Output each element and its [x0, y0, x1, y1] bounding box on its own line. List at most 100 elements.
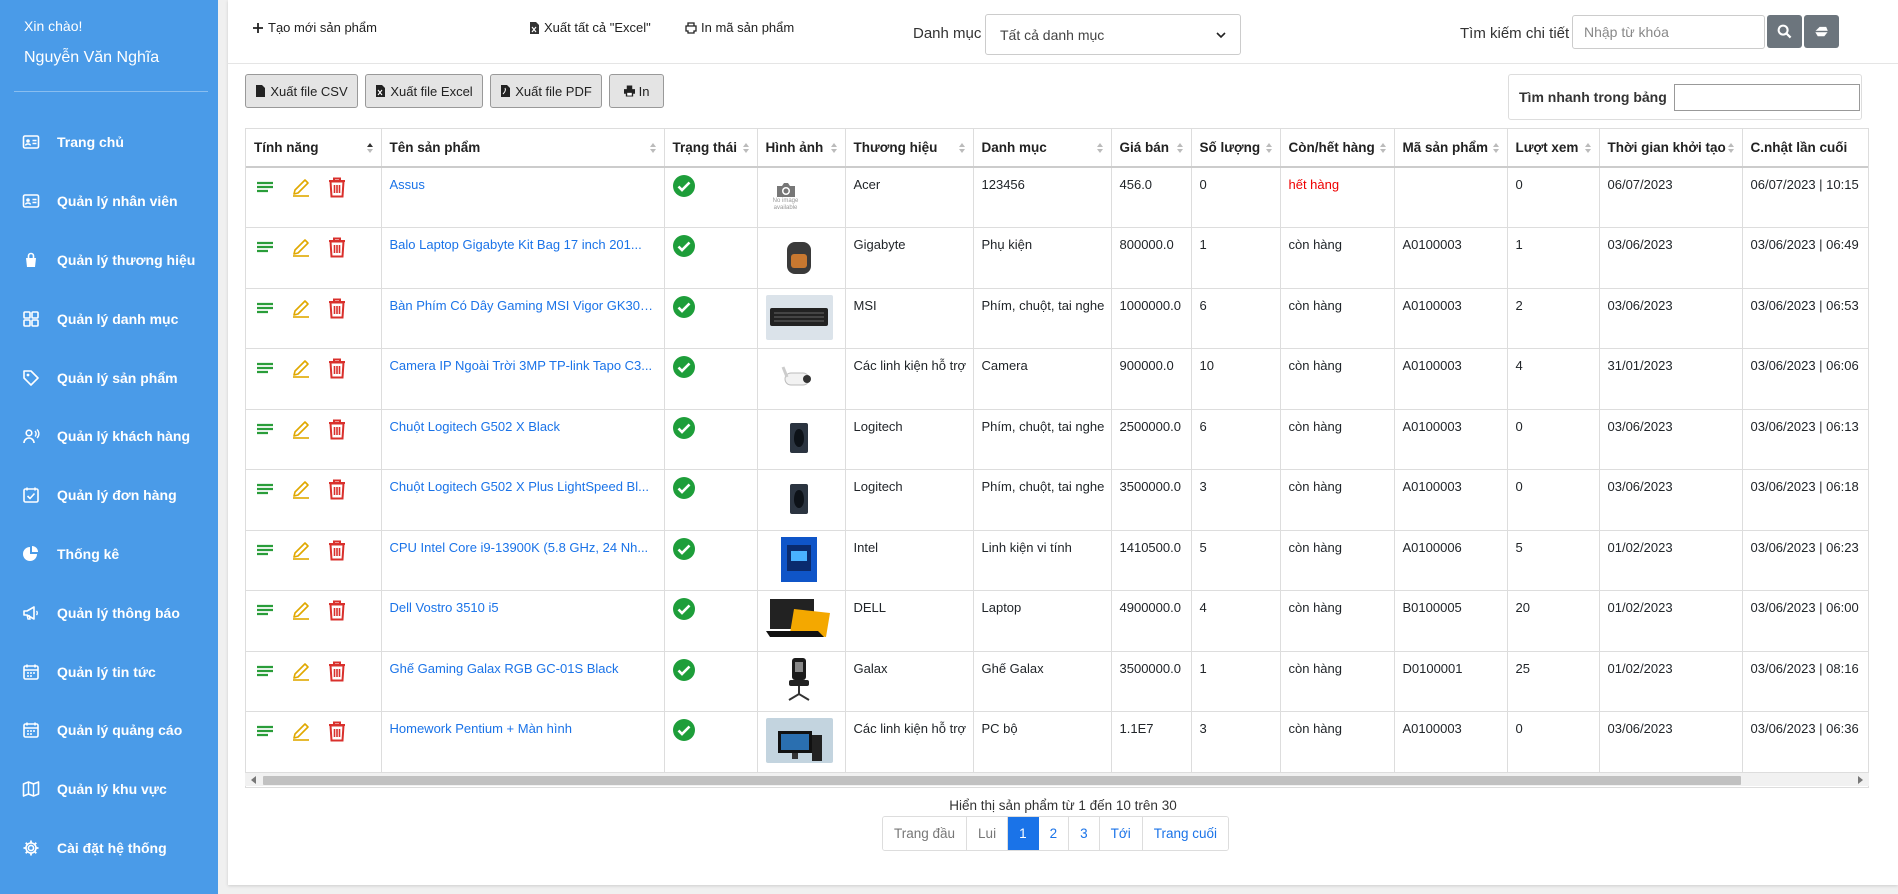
product-name-link[interactable]: Camera IP Ngoài Trời 3MP TP-link Tapo C3…	[381, 348, 665, 410]
column-header[interactable]: Tên sản phẩm	[381, 129, 665, 168]
pagination-page-1[interactable]: 1	[1008, 817, 1039, 850]
edit-icon[interactable]	[290, 660, 312, 682]
pagination-last[interactable]: Trang cuối	[1142, 817, 1228, 850]
delete-icon[interactable]	[326, 660, 348, 682]
edit-icon[interactable]	[290, 297, 312, 319]
pagination-prev[interactable]: Lui	[967, 817, 1009, 850]
detail-icon[interactable]	[254, 418, 276, 440]
sidebar-item-13[interactable]: Cài đặt hệ thống	[0, 819, 218, 878]
quantity-cell: 1	[1191, 651, 1281, 712]
print-button[interactable]: In	[609, 74, 664, 108]
edit-icon[interactable]	[290, 236, 312, 258]
column-header[interactable]: Số lượng	[1191, 129, 1281, 168]
detail-icon[interactable]	[254, 539, 276, 561]
delete-icon[interactable]	[326, 599, 348, 621]
sidebar-item-label: Quản lý tin tức	[57, 663, 156, 680]
sort-icon	[742, 143, 749, 153]
product-name-link[interactable]: Balo Laptop Gigabyte Kit Bag 17 inch 201…	[381, 227, 665, 289]
column-header[interactable]: Mã sản phẩm	[1394, 129, 1508, 168]
column-header[interactable]: Trạng thái	[664, 129, 758, 168]
pagination-first[interactable]: Trang đầu	[883, 817, 968, 850]
create-product-link[interactable]: Tạo mới sản phẩm	[252, 20, 377, 35]
product-name-link[interactable]: Dell Vostro 3510 i5	[381, 590, 665, 652]
column-header[interactable]: Thời gian khởi tạo	[1599, 129, 1743, 168]
product-name-link[interactable]: Bàn Phím Có Dây Gaming MSI Vigor GK30 US	[381, 288, 665, 349]
edit-icon[interactable]	[290, 539, 312, 561]
sidebar-item-1[interactable]: Trang chủ	[0, 113, 218, 172]
horizontal-scrollbar[interactable]	[245, 772, 1869, 786]
product-name-link[interactable]: Chuột Logitech G502 X Black	[381, 409, 665, 470]
product-code-cell: A0100003	[1394, 409, 1508, 470]
clear-search-button[interactable]	[1804, 15, 1839, 48]
export-csv-button[interactable]: Xuất file CSV	[245, 74, 358, 108]
search-input[interactable]: Nhập từ khóa	[1572, 15, 1765, 49]
detail-icon[interactable]	[254, 357, 276, 379]
sidebar-item-2[interactable]: Quản lý nhân viên	[0, 172, 218, 231]
delete-icon[interactable]	[326, 176, 348, 198]
column-header[interactable]: C.nhật lần cuối	[1742, 129, 1868, 168]
detail-icon[interactable]	[254, 599, 276, 621]
sidebar-item-9[interactable]: Quản lý thông báo	[0, 583, 218, 642]
column-header[interactable]: Tính năng	[246, 129, 382, 168]
sidebar-item-5[interactable]: Quản lý sản phẩm	[0, 348, 218, 407]
sidebar-item-12[interactable]: Quản lý khu vực	[0, 760, 218, 819]
export-excel-button[interactable]: Xuất file Excel	[365, 74, 483, 108]
pagination-page-2[interactable]: 2	[1038, 817, 1070, 850]
product-name-link[interactable]: Ghế Gaming Galax RGB GC-01S Black	[381, 651, 665, 712]
sidebar-item-4[interactable]: Quản lý danh mục	[0, 289, 218, 348]
quantity-cell: 0	[1191, 167, 1281, 228]
delete-icon[interactable]	[326, 720, 348, 742]
delete-icon[interactable]	[326, 236, 348, 258]
edit-icon[interactable]	[290, 478, 312, 500]
delete-icon[interactable]	[326, 418, 348, 440]
delete-icon[interactable]	[326, 478, 348, 500]
edit-icon[interactable]	[290, 357, 312, 379]
detail-icon[interactable]	[254, 660, 276, 682]
pagination-page-3[interactable]: 3	[1069, 817, 1100, 850]
sidebar-item-7[interactable]: Quản lý đơn hàng	[0, 466, 218, 525]
detail-icon[interactable]	[254, 176, 276, 198]
delete-icon[interactable]	[326, 539, 348, 561]
quick-search-input[interactable]	[1673, 83, 1860, 111]
category-select[interactable]: Tất cả danh mục	[985, 14, 1241, 55]
product-name-link[interactable]: CPU Intel Core i9-13900K (5.8 GHz, 24 Nh…	[381, 530, 665, 591]
edit-icon[interactable]	[290, 418, 312, 440]
edit-icon[interactable]	[290, 599, 312, 621]
column-header[interactable]: Giá bán	[1111, 129, 1192, 168]
delete-icon[interactable]	[326, 297, 348, 319]
detail-icon[interactable]	[254, 236, 276, 258]
print-code-link[interactable]: In mã sản phẩm	[685, 20, 794, 35]
export-all-excel-link[interactable]: Xuất tất cả "Excel"	[528, 20, 651, 35]
export-pdf-button[interactable]: Xuất file PDF	[490, 74, 602, 108]
category-cell: Phím, chuột, tai nghe	[973, 469, 1112, 531]
sidebar-item-11[interactable]: Quản lý quảng cáo	[0, 701, 218, 760]
detail-icon[interactable]	[254, 478, 276, 500]
product-image	[766, 658, 833, 703]
category-cell: Laptop	[973, 590, 1112, 652]
pagination-next[interactable]: Tới	[1099, 817, 1143, 850]
search-button[interactable]	[1767, 15, 1802, 48]
scroll-right-arrow[interactable]	[1858, 776, 1863, 784]
sidebar-item-6[interactable]: Quản lý khách hàng	[0, 407, 218, 466]
column-header[interactable]: Thương hiệu	[845, 129, 974, 168]
price-cell: 900000.0	[1111, 348, 1192, 410]
scrollbar-thumb[interactable]	[263, 776, 1741, 785]
edit-icon[interactable]	[290, 720, 312, 742]
sidebar-item-10[interactable]: Quản lý tin tức	[0, 642, 218, 701]
delete-icon[interactable]	[326, 357, 348, 379]
product-name-link[interactable]: Chuột Logitech G502 X Plus LightSpeed Bl…	[381, 469, 665, 531]
detail-icon[interactable]	[254, 297, 276, 319]
product-name-link[interactable]: Homework Pentium + Màn hình	[381, 711, 665, 773]
column-header[interactable]: Danh mục	[973, 129, 1112, 168]
detail-icon[interactable]	[254, 720, 276, 742]
product-name-link[interactable]: Assus	[381, 167, 665, 228]
scroll-left-arrow[interactable]	[251, 776, 256, 784]
sidebar-item-3[interactable]: Quản lý thương hiệu	[0, 231, 218, 290]
column-header[interactable]: Hình ảnh	[757, 129, 846, 168]
edit-icon[interactable]	[290, 176, 312, 198]
sidebar-item-8[interactable]: Thống kê	[0, 525, 218, 584]
status-active-icon	[672, 719, 695, 741]
column-header[interactable]: Lượt xem	[1507, 129, 1600, 168]
column-header[interactable]: Còn/hết hàng	[1280, 129, 1395, 168]
updated-at-cell: 03/06/2023 | 08:16	[1742, 651, 1868, 712]
